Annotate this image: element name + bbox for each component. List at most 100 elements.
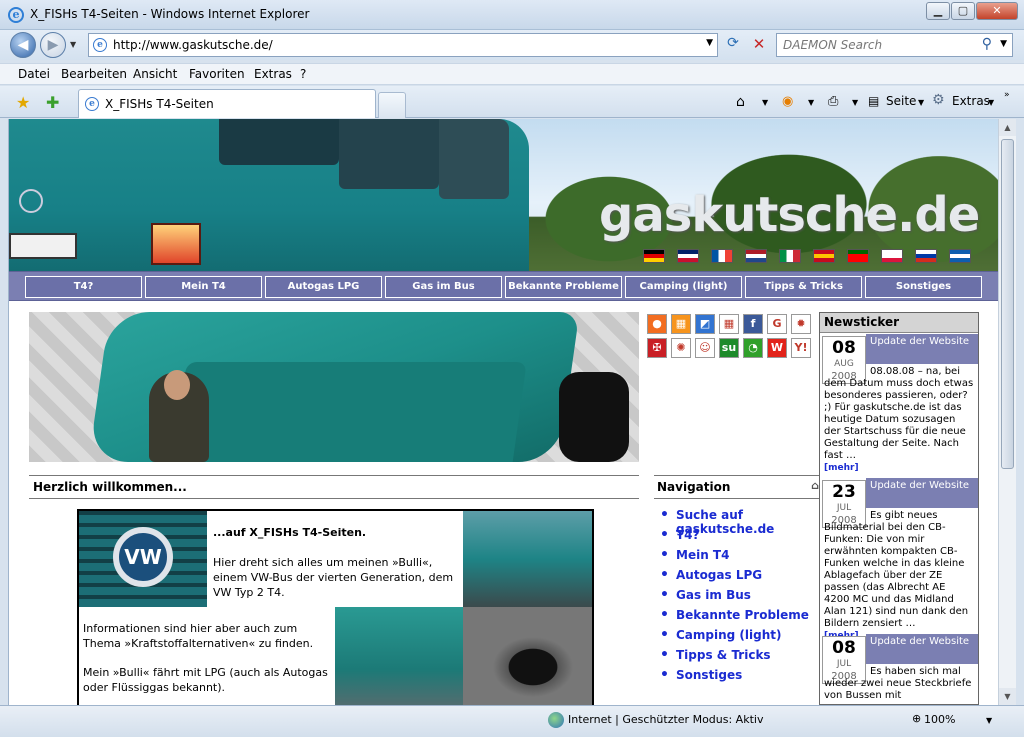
bus-rear-image <box>335 607 463 705</box>
address-input[interactable]: http://www.gaskutsche.de/ <box>113 38 273 52</box>
mister-wong-icon[interactable]: ✠ <box>647 338 667 358</box>
nav-camping[interactable]: Camping (light) <box>654 627 819 648</box>
digg-icon[interactable]: ▦ <box>719 314 739 334</box>
page-dropdown-icon[interactable]: ▼ <box>918 98 924 107</box>
zoom-level[interactable]: 100% <box>924 713 955 726</box>
menu-bearbeiten[interactable]: Bearbeiten <box>61 67 127 81</box>
topnav-bekannte-probleme[interactable]: Bekannte Probleme <box>505 276 622 298</box>
search-dropdown-icon[interactable]: ▼ <box>1000 39 1007 49</box>
tab-active[interactable]: e X_FISHs T4-Seiten <box>78 89 376 118</box>
flag-gb-icon[interactable] <box>677 249 699 263</box>
history-dropdown-icon[interactable]: ▼ <box>70 40 76 49</box>
flag-es-icon[interactable] <box>813 249 835 263</box>
stumbleupon-icon[interactable]: su <box>719 338 739 358</box>
news-text-body: Es haben sich mal wieder zwei neue Steck… <box>824 666 972 701</box>
window-title: X_FISHs T4-Seiten - Windows Internet Exp… <box>30 7 310 21</box>
flag-it-icon[interactable] <box>779 249 801 263</box>
topnav-camping[interactable]: Camping (light) <box>625 276 742 298</box>
flag-pl-icon[interactable] <box>881 249 903 263</box>
back-button[interactable]: ◀ <box>10 32 36 58</box>
topnav-autogas-lpg[interactable]: Autogas LPG <box>265 276 382 298</box>
address-dropdown-icon[interactable]: ▼ <box>706 38 713 48</box>
scroll-down-icon[interactable]: ▼ <box>999 688 1016 705</box>
reddit-icon[interactable]: ☺ <box>695 338 715 358</box>
nav-autogas-lpg[interactable]: Autogas LPG <box>654 567 819 588</box>
home-small-icon[interactable]: ⌂ <box>811 479 819 492</box>
flag-nl-icon[interactable] <box>745 249 767 263</box>
welcome-header: Herzlich willkommen... <box>29 475 639 499</box>
minimize-button[interactable]: ▁ <box>926 2 950 20</box>
nav-suche[interactable]: Suche auf gaskutsche.de <box>654 507 819 536</box>
feeds-icon[interactable]: ◉ <box>782 94 793 109</box>
print-dropdown-icon[interactable]: ▼ <box>852 98 858 107</box>
facebook-icon[interactable]: f <box>743 314 763 334</box>
more-link[interactable]: [mehr] <box>824 463 859 473</box>
yahoo-icon[interactable]: Y! <box>791 338 811 358</box>
refresh-icon[interactable]: ⟳ <box>722 35 744 55</box>
scroll-up-icon[interactable]: ▲ <box>999 119 1016 136</box>
nav-mein-t4[interactable]: Mein T4 <box>654 547 819 568</box>
delicious-icon[interactable]: ◩ <box>695 314 715 334</box>
search-box[interactable]: DAEMON Search ⚲ ▼ <box>776 33 1013 57</box>
topnav-tipps-tricks[interactable]: Tipps & Tricks <box>745 276 862 298</box>
webnews-icon[interactable]: W <box>767 338 787 358</box>
scroll-thumb[interactable] <box>1001 139 1014 469</box>
menu-datei[interactable]: Datei <box>18 67 50 81</box>
blinklist-icon[interactable]: ● <box>647 314 667 334</box>
news-entry: 08 JUL 2008 Update der Website Es haben … <box>820 634 978 704</box>
topnav-t4[interactable]: T4? <box>25 276 142 298</box>
news-title[interactable]: Update der Website <box>866 334 978 364</box>
stop-icon[interactable]: ✕ <box>748 35 770 55</box>
extras-dropdown-icon[interactable]: ▼ <box>988 98 994 107</box>
zoom-icon: ⊕ <box>912 712 922 725</box>
add-favorite-icon[interactable]: ✚ <box>46 93 59 112</box>
nav-gas-im-bus[interactable]: Gas im Bus <box>654 587 819 608</box>
chevron-right-icon[interactable]: » <box>1004 90 1010 100</box>
nav-bekannte-probleme[interactable]: Bekannte Probleme <box>654 607 819 628</box>
flag-ru-icon[interactable] <box>915 249 937 263</box>
menu-ansicht[interactable]: Ansicht <box>133 67 177 81</box>
search-icon[interactable]: ⚲ <box>982 36 992 52</box>
flag-de-icon[interactable] <box>643 249 665 263</box>
nav-tipps-tricks[interactable]: Tipps & Tricks <box>654 647 819 668</box>
maximize-button[interactable]: ▢ <box>951 2 975 20</box>
menu-extras[interactable]: Extras <box>254 67 292 81</box>
zoom-dropdown-icon[interactable]: ▼ <box>986 716 992 725</box>
address-bar[interactable]: e http://www.gaskutsche.de/ ▼ <box>88 33 718 57</box>
google-icon[interactable]: G <box>767 314 787 334</box>
flag-gr-icon[interactable] <box>949 249 971 263</box>
security-zone[interactable]: Internet | Geschützter Modus: Aktiv <box>568 713 763 726</box>
news-text: Es haben sich mal wieder zwei neue Steck… <box>824 666 974 702</box>
intro-box: VW ...auf X_FISHs T4-Seiten. Hier dreht … <box>77 509 594 705</box>
news-entry: 08 AUG 2008 Update der Website 08.08.08 … <box>820 334 978 478</box>
feeds-dropdown-icon[interactable]: ▼ <box>808 98 814 107</box>
home-dropdown-icon[interactable]: ▼ <box>762 98 768 107</box>
home-icon[interactable]: ⌂ <box>736 94 745 110</box>
technorati-icon[interactable]: ◔ <box>743 338 763 358</box>
topnav-mein-t4[interactable]: Mein T4 <box>145 276 262 298</box>
print-icon[interactable]: ⎙ <box>828 94 838 109</box>
menu-help[interactable]: ? <box>300 67 306 81</box>
forward-button[interactable]: ▶ <box>40 32 66 58</box>
splash-icon[interactable]: ✺ <box>671 338 691 358</box>
site-logo[interactable]: gaskutsche.de <box>599 187 980 243</box>
nav-t4[interactable]: T4? <box>654 527 819 548</box>
news-title[interactable]: Update der Website <box>866 478 978 508</box>
news-title[interactable]: Update der Website <box>866 634 978 664</box>
menu-favoriten[interactable]: Favoriten <box>189 67 245 81</box>
sun-icon[interactable]: ✹ <box>791 314 811 334</box>
vertical-scrollbar[interactable]: ▲ ▼ <box>998 119 1016 705</box>
flag-pt-icon[interactable] <box>847 249 869 263</box>
page-menu-button[interactable]: Seite <box>886 94 916 108</box>
extras-menu-button[interactable]: Extras <box>952 94 990 108</box>
page-icon-small: ▤ <box>868 94 880 108</box>
topnav-gas-im-bus[interactable]: Gas im Bus <box>385 276 502 298</box>
favorites-star-icon[interactable]: ★ <box>16 93 30 112</box>
nav-sonstiges[interactable]: Sonstiges <box>654 667 819 688</box>
flag-fr-icon[interactable] <box>711 249 733 263</box>
bloglines-icon[interactable]: ▦ <box>671 314 691 334</box>
search-input[interactable]: DAEMON Search <box>783 38 882 52</box>
topnav-sonstiges[interactable]: Sonstiges <box>865 276 982 298</box>
close-button[interactable]: ✕ <box>976 2 1018 20</box>
new-tab-button[interactable] <box>378 92 406 118</box>
